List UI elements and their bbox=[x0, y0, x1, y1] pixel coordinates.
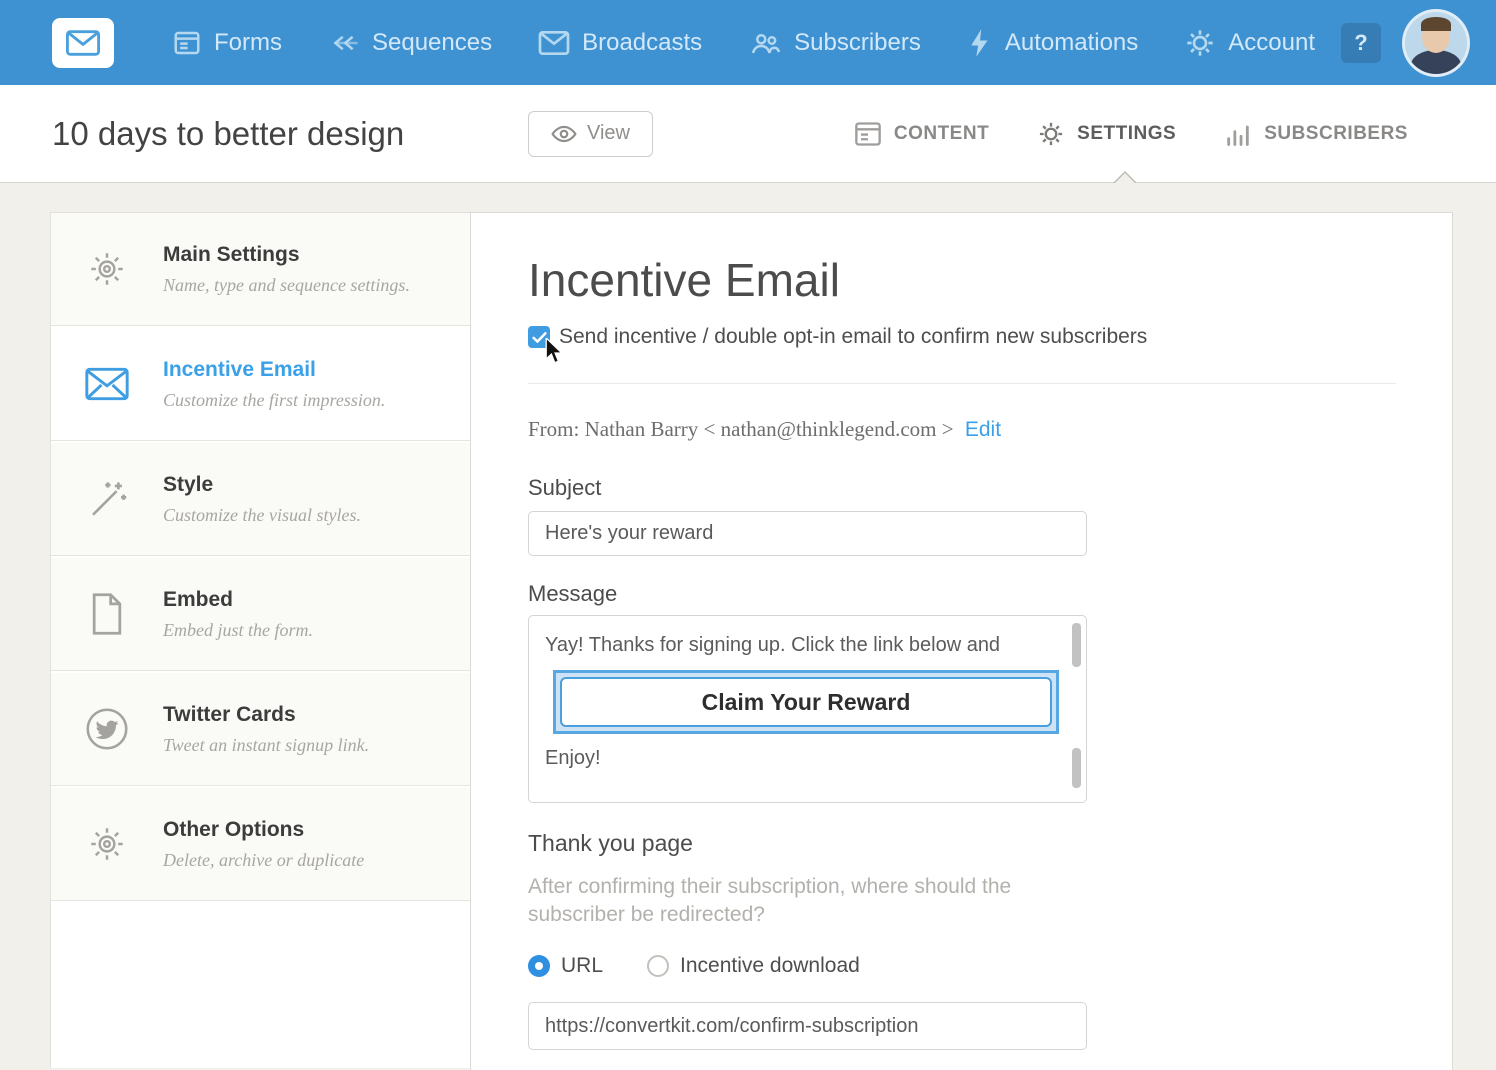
sidebar-item-title: Twitter Cards bbox=[163, 702, 296, 726]
eye-icon bbox=[551, 124, 577, 144]
radio-unselected-icon[interactable] bbox=[647, 955, 670, 977]
sidebar-item-style[interactable]: Style Customize the visual styles. bbox=[51, 443, 470, 556]
envelope-icon bbox=[51, 367, 163, 401]
edit-from-link[interactable]: Edit bbox=[965, 418, 1001, 441]
bar-chart-icon bbox=[1224, 121, 1252, 147]
subject-label: Subject bbox=[528, 475, 602, 500]
nav-item-label: Forms bbox=[214, 28, 282, 56]
sidebar-item-desc: Customize the first impression. bbox=[163, 389, 386, 410]
help-button[interactable]: ? bbox=[1341, 22, 1381, 63]
sidebar-item-title: Style bbox=[163, 472, 214, 496]
nav-item-sequences[interactable]: Sequences bbox=[328, 28, 492, 58]
avatar-hair-shape bbox=[1421, 16, 1451, 31]
sidebar-item-desc: Customize the visual styles. bbox=[163, 504, 361, 525]
tab-label: SUBSCRIBERS bbox=[1264, 122, 1408, 144]
checkbox-checked-icon[interactable] bbox=[528, 326, 550, 348]
thank-you-page-label: Thank you page bbox=[528, 830, 693, 856]
settings-gear-icon bbox=[1037, 120, 1065, 148]
sidebar-item-title: Incentive Email bbox=[163, 357, 316, 381]
nav-item-label: Sequences bbox=[372, 28, 493, 56]
send-incentive-checkbox-row[interactable]: Send incentive / double opt-in email to … bbox=[528, 325, 1147, 349]
checkbox-label: Send incentive / double opt-in email to … bbox=[559, 325, 1148, 348]
nav-item-subscribers[interactable]: Subscribers bbox=[748, 28, 921, 58]
avatar-body-shape bbox=[1411, 49, 1461, 74]
nav-item-label: Account bbox=[1228, 28, 1315, 56]
redirect-radio-group: URL Incentive download bbox=[528, 954, 860, 978]
subject-input[interactable] bbox=[528, 511, 1087, 556]
scrollbar-thumb-bottom[interactable] bbox=[1072, 748, 1081, 788]
sidebar-item-twitter-cards[interactable]: Twitter Cards Tweet an instant signup li… bbox=[51, 673, 470, 786]
sidebar-item-title: Main Settings bbox=[163, 242, 300, 266]
document-icon bbox=[51, 592, 163, 636]
settings-panel: Incentive Email Send incentive / double … bbox=[470, 212, 1453, 1070]
gear-icon bbox=[51, 248, 163, 290]
logo-envelope-icon bbox=[66, 29, 100, 56]
message-text-line1: Yay! Thanks for signing up. Click the li… bbox=[545, 634, 1001, 656]
avatar[interactable] bbox=[1402, 8, 1470, 77]
claim-button-selection-frame: Claim Your Reward bbox=[553, 670, 1059, 734]
active-tab-caret bbox=[1113, 171, 1137, 183]
settings-sidebar: Main Settings Name, type and sequence se… bbox=[50, 212, 471, 1068]
claim-reward-button[interactable]: Claim Your Reward bbox=[560, 677, 1052, 727]
gear-icon bbox=[51, 823, 163, 865]
radio-url[interactable]: URL bbox=[528, 954, 603, 978]
sidebar-item-main-settings[interactable]: Main Settings Name, type and sequence se… bbox=[51, 213, 470, 326]
twitter-icon bbox=[51, 707, 163, 751]
account-gear-icon bbox=[1184, 27, 1216, 59]
nav-item-label: Subscribers bbox=[794, 28, 921, 56]
message-label: Message bbox=[528, 581, 618, 606]
message-editor[interactable]: Yay! Thanks for signing up. Click the li… bbox=[528, 615, 1087, 803]
sidebar-item-incentive-email[interactable]: Incentive Email Customize the first impr… bbox=[51, 328, 470, 441]
tab-settings[interactable]: SETTINGS bbox=[1037, 120, 1176, 148]
sidebar-item-title: Other Options bbox=[163, 817, 305, 841]
nav-item-automations[interactable]: Automations bbox=[967, 28, 1138, 58]
subscribers-icon bbox=[748, 28, 782, 58]
sidebar-item-desc: Delete, archive or duplicate bbox=[163, 849, 365, 870]
tab-label: CONTENT bbox=[893, 122, 990, 144]
nav-item-forms[interactable]: Forms bbox=[172, 28, 282, 58]
nav-item-account[interactable]: Account bbox=[1184, 27, 1315, 59]
sidebar-item-embed[interactable]: Embed Embed just the form. bbox=[51, 558, 470, 671]
top-nav: Forms Sequences Broadcasts Subscribers A… bbox=[0, 0, 1496, 85]
page-header: 10 days to better design View CONTENT SE… bbox=[0, 85, 1496, 183]
header-tabs: CONTENT SETTINGS SUBSCRIBERS bbox=[854, 120, 1408, 148]
primary-nav: Forms Sequences Broadcasts Subscribers A… bbox=[172, 27, 1315, 59]
radio-selected-icon[interactable] bbox=[528, 955, 550, 977]
radio-label: URL bbox=[561, 954, 604, 977]
thank-you-page-description: After confirming their subscription, whe… bbox=[528, 875, 1012, 927]
broadcasts-icon bbox=[538, 29, 570, 57]
tab-label: SETTINGS bbox=[1077, 122, 1177, 144]
sidebar-item-desc: Embed just the form. bbox=[163, 619, 313, 640]
tab-subscribers[interactable]: SUBSCRIBERS bbox=[1224, 121, 1408, 147]
message-text-line2: Enjoy! bbox=[545, 747, 601, 769]
tab-content[interactable]: CONTENT bbox=[854, 121, 989, 147]
nav-item-label: Broadcasts bbox=[582, 28, 703, 56]
sidebar-item-other-options[interactable]: Other Options Delete, archive or duplica… bbox=[51, 788, 470, 901]
from-text: From: Nathan Barry < nathan@thinklegend.… bbox=[528, 417, 954, 441]
radio-incentive-download[interactable]: Incentive download bbox=[647, 954, 860, 978]
nav-item-broadcasts[interactable]: Broadcasts bbox=[538, 29, 702, 57]
wand-icon bbox=[51, 478, 163, 520]
sidebar-item-desc: Name, type and sequence settings. bbox=[163, 274, 410, 295]
sequences-icon bbox=[328, 28, 360, 58]
app-logo[interactable] bbox=[52, 17, 114, 68]
scrollbar-thumb-top[interactable] bbox=[1072, 623, 1081, 667]
forms-icon bbox=[172, 28, 202, 58]
from-row: From: Nathan Barry < nathan@thinklegend.… bbox=[528, 417, 1001, 442]
nav-item-label: Automations bbox=[1004, 28, 1139, 56]
section-divider bbox=[528, 383, 1396, 384]
sidebar-item-desc: Tweet an instant signup link. bbox=[163, 734, 370, 755]
redirect-url-input[interactable] bbox=[528, 1002, 1087, 1050]
sidebar-item-title: Embed bbox=[163, 587, 234, 611]
view-button-label: View bbox=[587, 122, 630, 144]
view-button[interactable]: View bbox=[528, 110, 653, 157]
radio-label: Incentive download bbox=[680, 954, 860, 977]
section-title: Incentive Email bbox=[528, 254, 840, 306]
content-icon bbox=[854, 121, 882, 147]
page-title: 10 days to better design bbox=[52, 114, 405, 152]
automations-icon bbox=[967, 28, 993, 58]
